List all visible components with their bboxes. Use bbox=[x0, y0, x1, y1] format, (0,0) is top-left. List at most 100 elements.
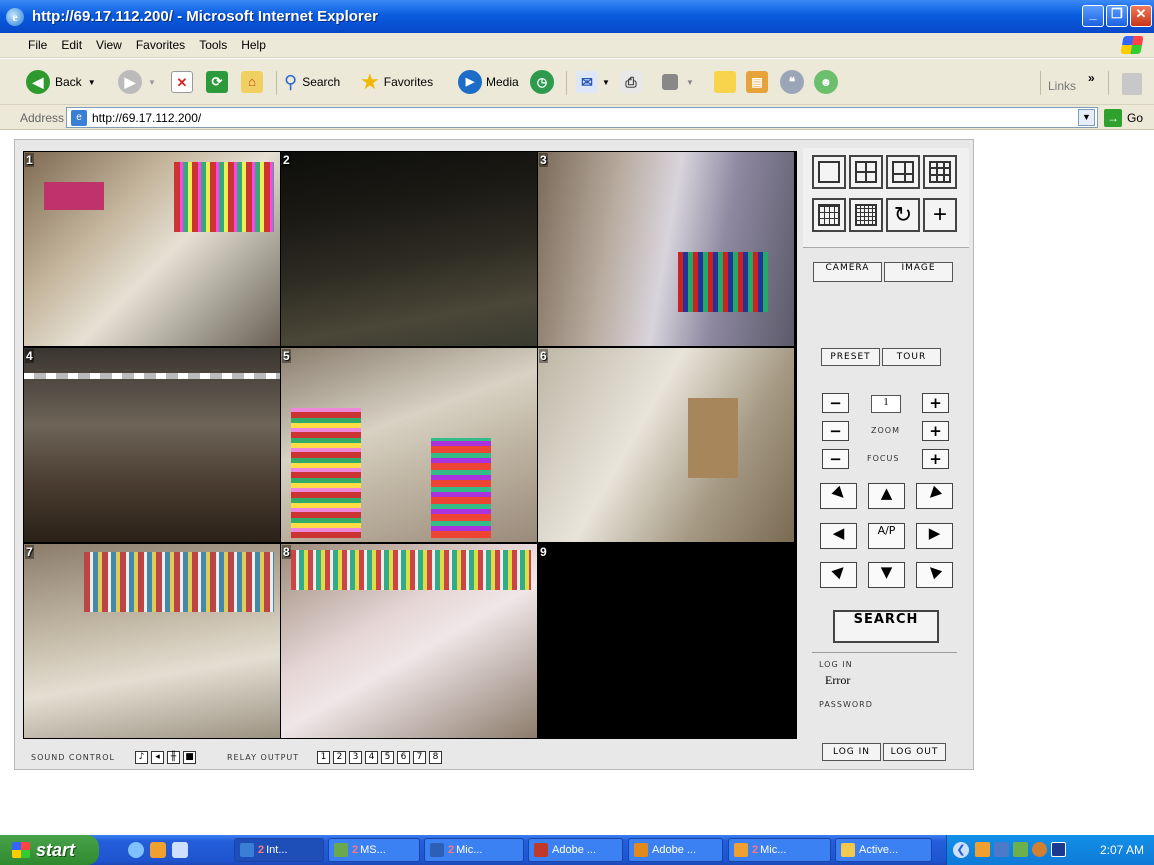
print-button[interactable]: ⎙ bbox=[620, 67, 642, 97]
search-button[interactable]: SEARCH bbox=[833, 610, 939, 643]
forward-button[interactable]: ▶ ▼ bbox=[118, 67, 156, 97]
camera-tile-5[interactable]: 5 bbox=[281, 348, 537, 542]
zoom-out-button[interactable]: − bbox=[822, 421, 849, 441]
favorites-button[interactable]: ★ Favorites bbox=[360, 67, 433, 97]
taskbar-item[interactable]: 2 Mic... bbox=[728, 838, 831, 862]
camera-tile-6[interactable]: 6 bbox=[538, 348, 794, 542]
buddies-button[interactable]: ☻ bbox=[814, 67, 838, 97]
menu-help[interactable]: Help bbox=[241, 38, 266, 52]
login-button[interactable]: LOG IN bbox=[822, 743, 881, 761]
history-button[interactable]: ◷ bbox=[530, 67, 554, 97]
logout-button[interactable]: LOG OUT bbox=[883, 743, 946, 761]
ptz-right-button[interactable]: ▶ bbox=[916, 523, 953, 549]
camera-tile-1[interactable]: 1 bbox=[24, 152, 280, 346]
links-label[interactable]: Links bbox=[1048, 79, 1076, 93]
outlook-quicklaunch-icon[interactable] bbox=[150, 842, 166, 858]
sixteen-view-button[interactable] bbox=[849, 198, 883, 232]
camera-tile-7[interactable]: 7 bbox=[24, 544, 280, 738]
restore-button[interactable]: ❐ bbox=[1106, 5, 1128, 27]
address-url[interactable]: http://69.17.112.200/ bbox=[92, 111, 201, 125]
relay-button-3[interactable]: 3 bbox=[349, 751, 362, 764]
chevron-left-icon[interactable]: ❮ bbox=[953, 842, 969, 858]
research-button[interactable]: ▤ bbox=[746, 67, 768, 97]
camera-tile-9[interactable]: 9 bbox=[538, 544, 794, 738]
preset-button[interactable]: PRESET bbox=[821, 348, 880, 366]
preset-increment-button[interactable]: + bbox=[922, 393, 949, 413]
home-button[interactable]: ⌂ bbox=[241, 67, 263, 97]
network-tray-icon[interactable] bbox=[994, 842, 1009, 857]
menu-edit[interactable]: Edit bbox=[61, 38, 82, 52]
stop-button[interactable]: ✕ bbox=[171, 67, 193, 97]
tour-button[interactable]: TOUR bbox=[882, 348, 941, 366]
address-input[interactable]: e http://69.17.112.200/ bbox=[66, 107, 1098, 128]
taskbar-item[interactable]: Active... bbox=[835, 838, 932, 862]
ptz-up-left-button[interactable]: ▼ bbox=[820, 483, 857, 509]
preset-number-field[interactable]: 1 bbox=[871, 395, 901, 413]
stop-audio-icon[interactable]: ■ bbox=[183, 751, 196, 764]
security-tray-icon[interactable] bbox=[1032, 842, 1047, 857]
close-button[interactable]: ✕ bbox=[1130, 5, 1152, 27]
desktop-quicklaunch-icon[interactable] bbox=[172, 842, 188, 858]
speaker-icon[interactable]: ◂ bbox=[151, 751, 164, 764]
taskbar-item[interactable]: 2 MS... bbox=[328, 838, 420, 862]
menu-tools[interactable]: Tools bbox=[199, 38, 227, 52]
relay-button-6[interactable]: 6 bbox=[397, 751, 410, 764]
focus-near-button[interactable]: − bbox=[822, 449, 849, 469]
forward-dropdown-icon[interactable]: ▼ bbox=[148, 78, 156, 87]
start-button[interactable]: start bbox=[0, 835, 99, 865]
ptz-left-button[interactable]: ◀ bbox=[820, 523, 857, 549]
ptz-auto-pan-button[interactable]: A/P bbox=[868, 523, 905, 549]
twelve-view-button[interactable] bbox=[812, 198, 846, 232]
chevron-right-icon[interactable]: » bbox=[1088, 71, 1095, 85]
preset-decrement-button[interactable]: − bbox=[822, 393, 849, 413]
edit-button[interactable]: ▼ bbox=[662, 67, 694, 97]
zoom-in-button[interactable]: + bbox=[922, 421, 949, 441]
microphone-icon[interactable]: ♪ bbox=[135, 751, 148, 764]
search-button[interactable]: ⚲ Search bbox=[284, 67, 340, 97]
back-button[interactable]: ◀ Back ▼ bbox=[26, 67, 96, 97]
back-dropdown-icon[interactable]: ▼ bbox=[88, 78, 96, 87]
ptz-down-left-button[interactable]: ▼ bbox=[820, 562, 857, 588]
ptz-down-right-button[interactable]: ▼ bbox=[916, 562, 953, 588]
mail-dropdown-icon[interactable]: ▼ bbox=[602, 78, 610, 87]
relay-button-8[interactable]: 8 bbox=[429, 751, 442, 764]
refresh-button[interactable]: ⟳ bbox=[206, 67, 228, 97]
taskbar-item[interactable]: Adobe ... bbox=[628, 838, 723, 862]
ptz-up-button[interactable]: ▲ bbox=[868, 483, 905, 509]
rotate-sequence-button[interactable]: ↻ bbox=[886, 198, 920, 232]
camera-button[interactable]: CAMERA bbox=[813, 262, 882, 282]
relay-button-5[interactable]: 5 bbox=[381, 751, 394, 764]
outlook-tray-icon[interactable] bbox=[975, 842, 990, 857]
go-button[interactable]: → Go bbox=[1104, 109, 1143, 127]
image-button[interactable]: IMAGE bbox=[884, 262, 953, 282]
nine-view-button[interactable] bbox=[923, 155, 957, 189]
mixer-icon[interactable]: ╫ bbox=[167, 751, 180, 764]
relay-button-4[interactable]: 4 bbox=[365, 751, 378, 764]
taskbar-item[interactable]: 2 Int... bbox=[234, 838, 324, 862]
focus-far-button[interactable]: + bbox=[922, 449, 949, 469]
mail-button[interactable]: ✉ ▼ bbox=[576, 67, 610, 97]
antivirus-tray-icon[interactable] bbox=[1051, 842, 1066, 857]
taskbar-item[interactable]: 2 Mic... bbox=[424, 838, 524, 862]
edit-dropdown-icon[interactable]: ▼ bbox=[686, 78, 694, 87]
quad-view-button[interactable] bbox=[849, 155, 883, 189]
relay-button-2[interactable]: 2 bbox=[333, 751, 346, 764]
ptz-down-button[interactable]: ▼ bbox=[868, 562, 905, 588]
camera-tile-2[interactable]: 2 bbox=[281, 152, 537, 346]
messenger-tray-icon[interactable] bbox=[1013, 842, 1028, 857]
menu-view[interactable]: View bbox=[96, 38, 122, 52]
media-button[interactable]: ▶ Media bbox=[458, 67, 519, 97]
add-view-button[interactable]: + bbox=[923, 198, 957, 232]
messenger-button[interactable]: ❝ bbox=[780, 67, 804, 97]
relay-button-1[interactable]: 1 bbox=[317, 751, 330, 764]
camera-tile-4[interactable]: 4 bbox=[24, 348, 280, 542]
menu-file[interactable]: File bbox=[28, 38, 47, 52]
single-view-button[interactable] bbox=[812, 155, 846, 189]
camera-tile-8[interactable]: 8 bbox=[281, 544, 537, 738]
relay-button-7[interactable]: 7 bbox=[413, 751, 426, 764]
minimize-button[interactable]: _ bbox=[1082, 5, 1104, 27]
address-dropdown-icon[interactable]: ▼ bbox=[1078, 109, 1095, 126]
camera-tile-3[interactable]: 3 bbox=[538, 152, 794, 346]
taskbar-item[interactable]: Adobe ... bbox=[528, 838, 623, 862]
discuss-button[interactable] bbox=[714, 67, 736, 97]
